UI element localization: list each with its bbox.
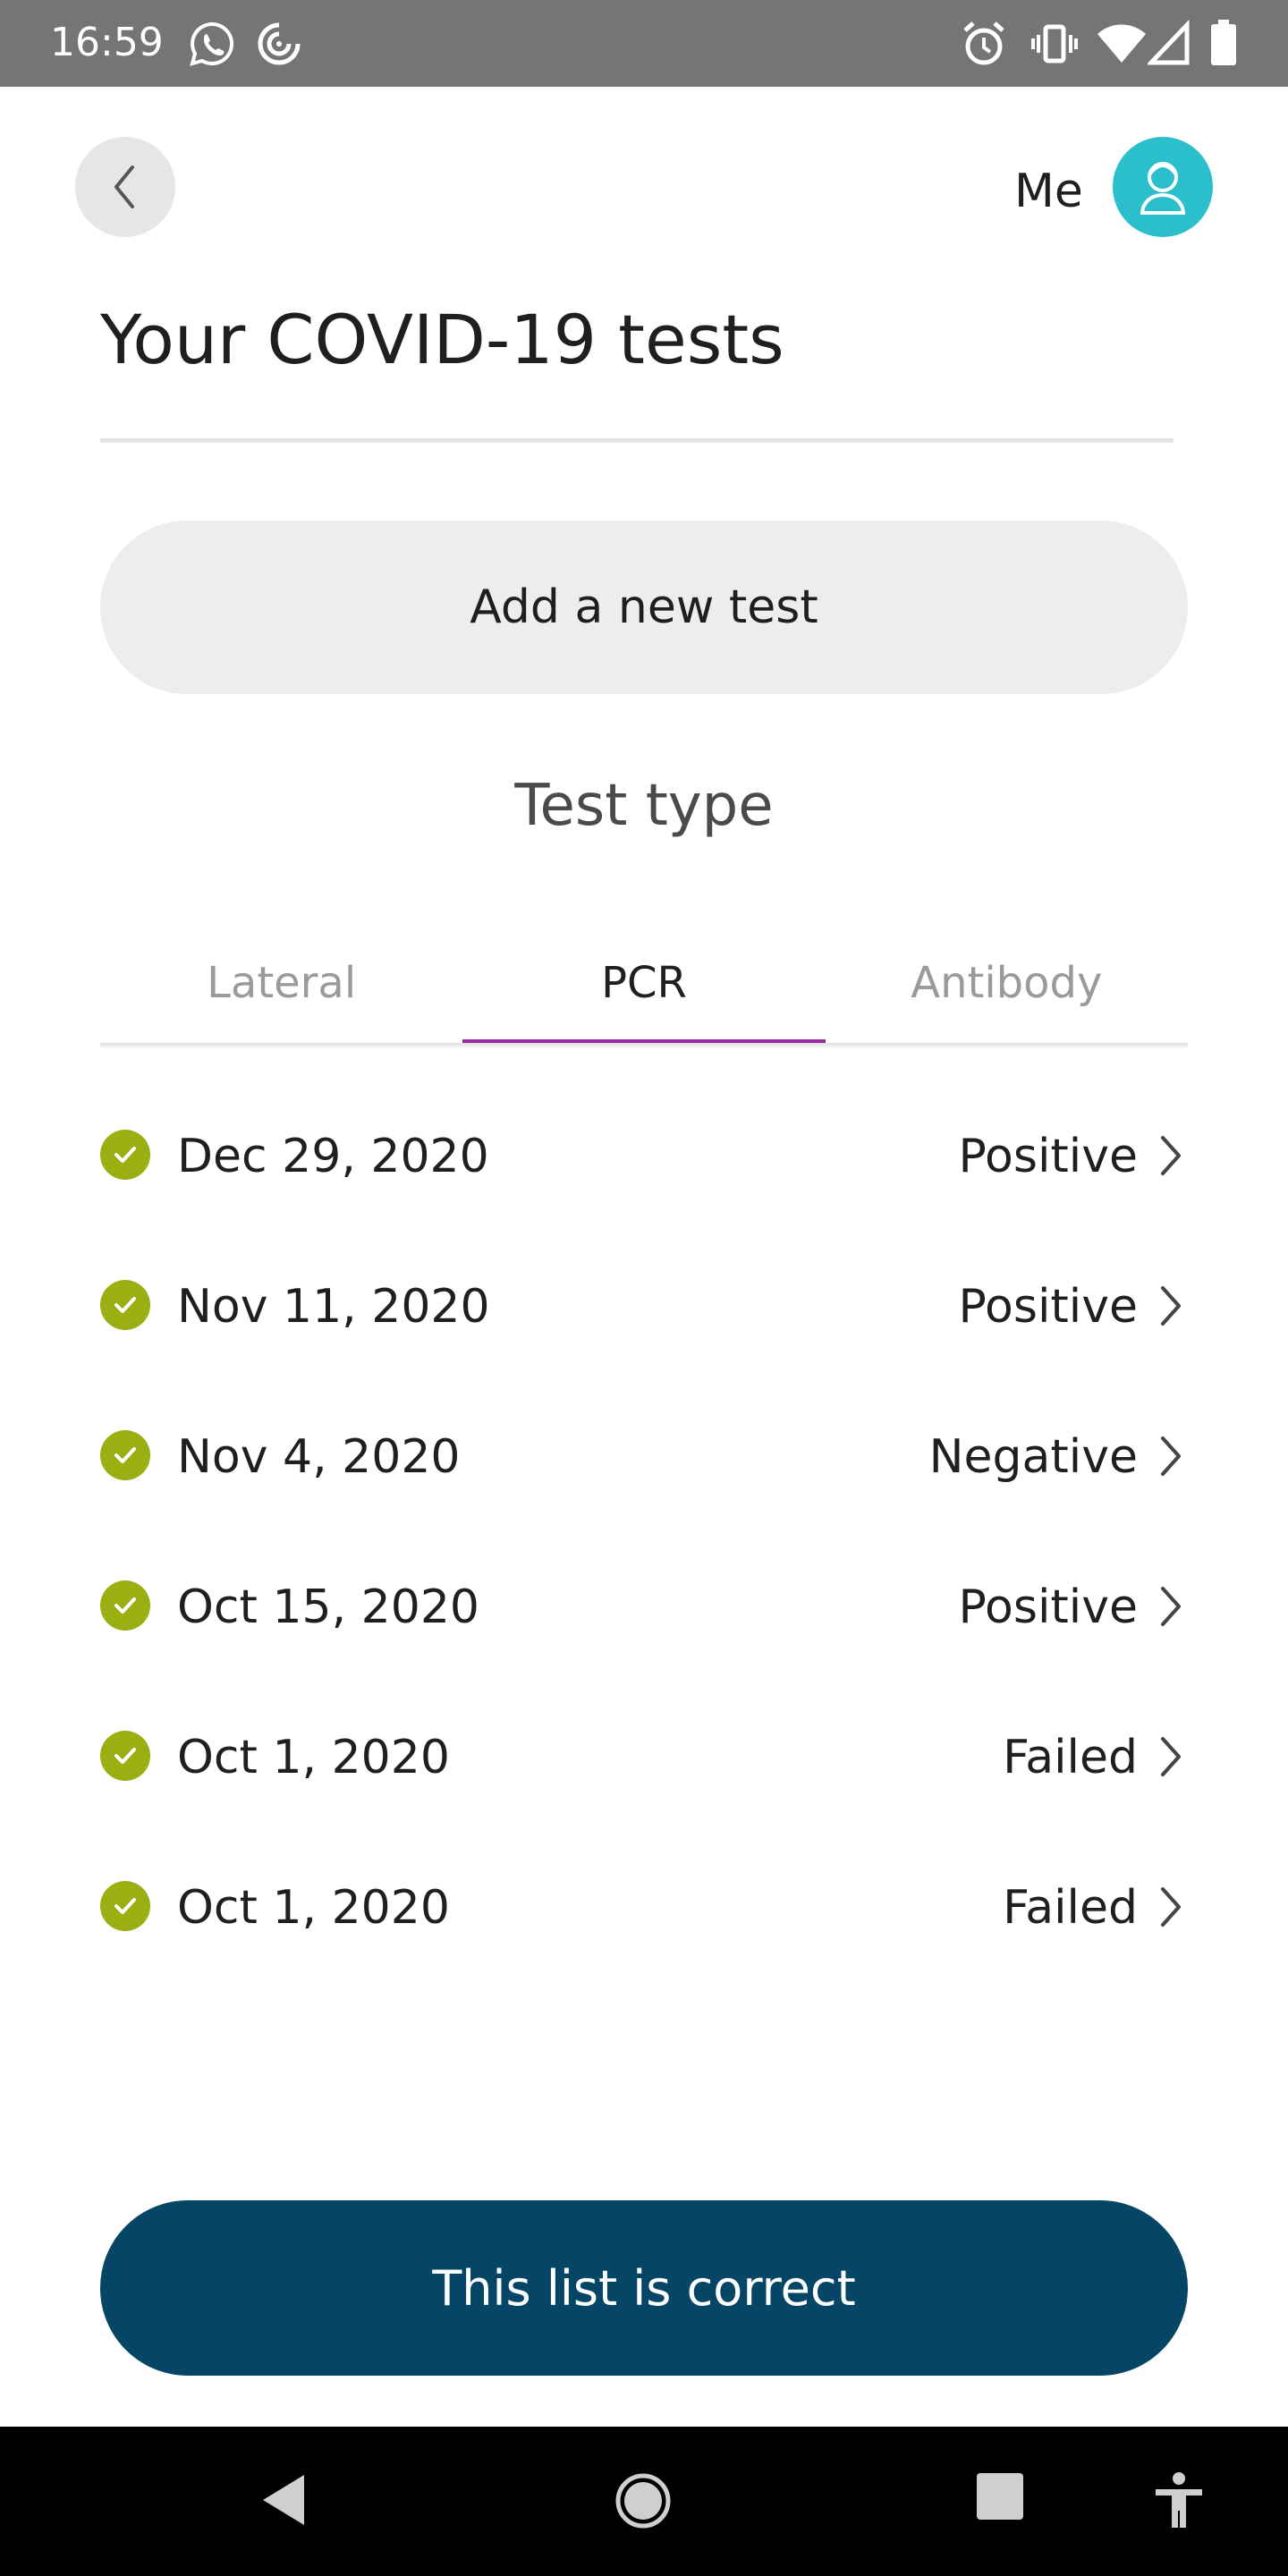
add-new-test-button[interactable]: Add a new test [100,521,1188,694]
status-time: 16:59 [50,20,164,65]
chevron-right-icon [1161,1737,1181,1776]
test-type-heading: Test type [514,773,774,839]
test-row[interactable]: Dec 29, 2020 Positive [100,1085,1188,1235]
nav-home-icon[interactable] [614,2471,673,2530]
test-result: Positive [958,1580,1138,1634]
chevron-right-icon [1161,1887,1181,1927]
battery-icon [1211,20,1236,65]
accessibility-icon[interactable] [1154,2471,1204,2530]
test-result: Failed [1003,1881,1138,1935]
tab-pcr[interactable]: PCR [462,921,826,1045]
tab-antibody[interactable]: Antibody [826,921,1188,1045]
profile-label[interactable]: Me [1014,164,1083,219]
chevron-right-icon [1161,1436,1181,1476]
test-result: Negative [928,1430,1138,1484]
alarm-icon [963,21,1004,65]
system-nav-bar [0,2427,1288,2576]
divider [100,438,1174,443]
chevron-left-icon [114,165,134,208]
back-button[interactable] [75,137,175,237]
test-result: Positive [958,1280,1138,1334]
test-type-tabs: Lateral PCR Antibody [100,921,1188,1045]
page-title: Your COVID-19 tests [100,300,784,379]
test-date: Nov 4, 2020 [177,1430,461,1484]
tab-lateral[interactable]: Lateral [100,921,462,1045]
confirm-list-button[interactable]: This list is correct [100,2200,1188,2376]
test-result: Positive [958,1130,1138,1183]
tabs-divider [100,1043,1188,1048]
check-circle-icon [100,1731,150,1781]
sync-icon [258,22,301,65]
test-date: Dec 29, 2020 [177,1130,489,1183]
check-circle-icon [100,1280,150,1330]
test-row[interactable]: Nov 11, 2020 Positive [100,1235,1188,1385]
check-circle-icon [100,1881,150,1931]
avatar[interactable] [1113,137,1213,237]
test-date: Oct 1, 2020 [177,1881,450,1935]
signal-icon [1148,20,1190,65]
chevron-right-icon [1161,1286,1181,1326]
person-icon [1140,162,1186,215]
test-result: Failed [1003,1731,1138,1784]
wifi-icon [1097,24,1146,63]
nav-back-icon[interactable] [259,2471,309,2529]
test-list: Dec 29, 2020 Positive Nov 11, 2020 Posit… [100,1085,1188,1987]
vibrate-icon [1031,24,1078,64]
test-date: Oct 15, 2020 [177,1580,479,1634]
status-bar: 16:59 [0,0,1288,87]
test-row[interactable]: Oct 1, 2020 Failed [100,1686,1188,1836]
check-circle-icon [100,1580,150,1631]
whatsapp-icon [190,21,234,66]
test-date: Nov 11, 2020 [177,1280,490,1334]
chevron-right-icon [1161,1587,1181,1626]
test-row[interactable]: Nov 4, 2020 Negative [100,1385,1188,1536]
check-circle-icon [100,1430,150,1480]
nav-recents-icon[interactable] [975,2471,1025,2521]
chevron-right-icon [1161,1136,1181,1175]
test-date: Oct 1, 2020 [177,1731,450,1784]
test-row[interactable]: Oct 1, 2020 Failed [100,1836,1188,1987]
test-row[interactable]: Oct 15, 2020 Positive [100,1536,1188,1686]
check-circle-icon [100,1130,150,1180]
